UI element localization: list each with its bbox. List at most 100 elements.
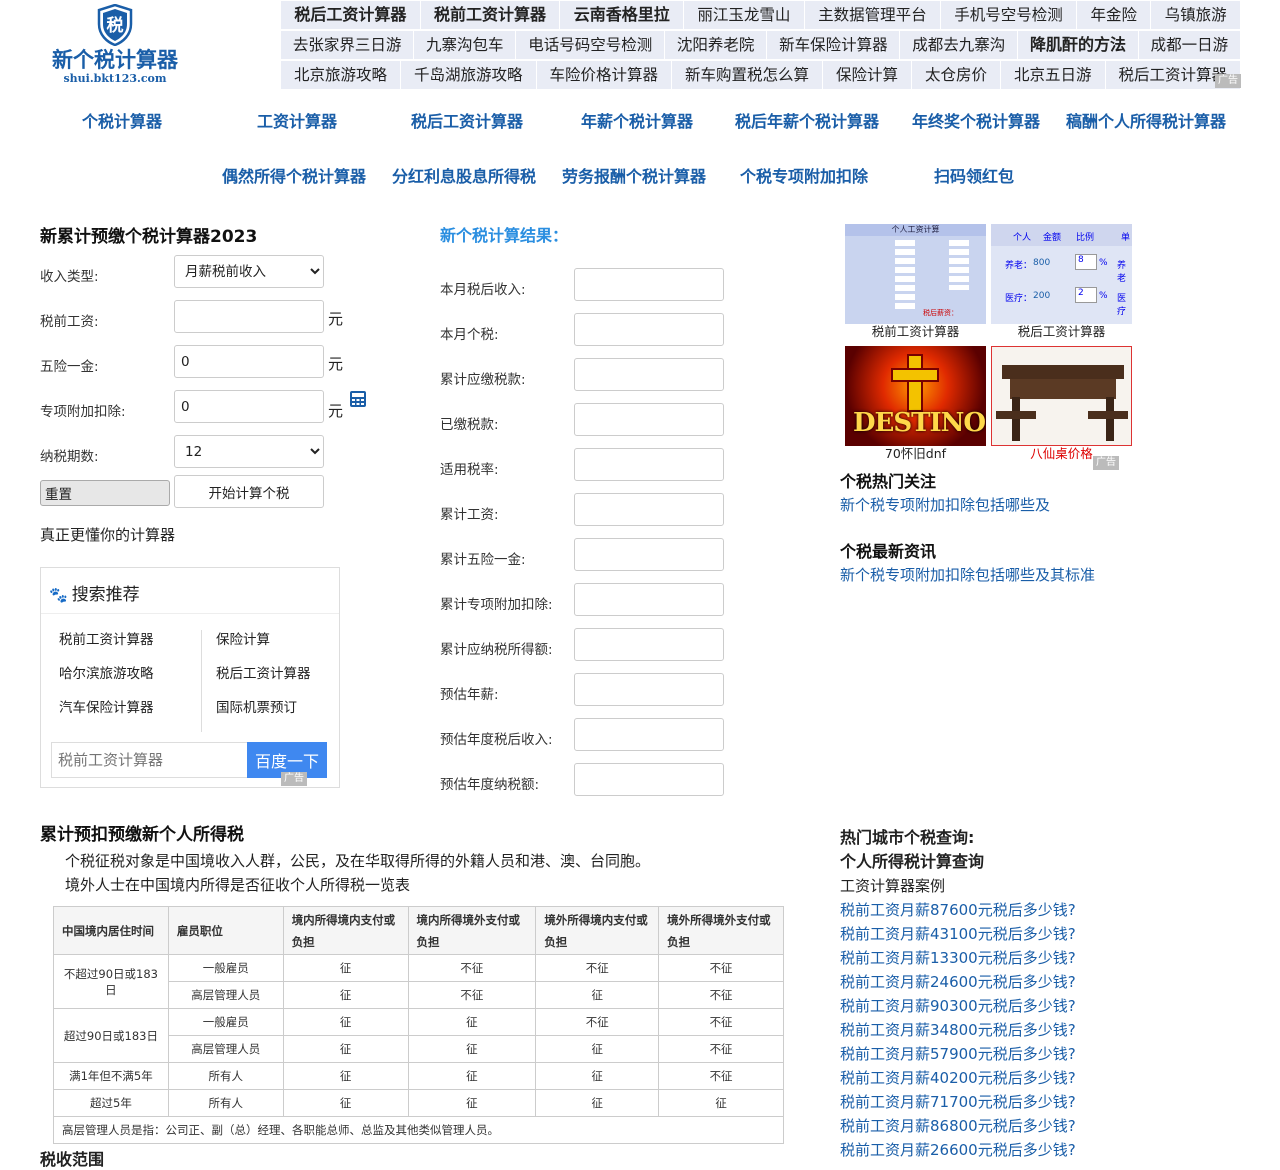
ad-link[interactable]: 丽江玉龙雪山 xyxy=(684,1,804,29)
result-field[interactable] xyxy=(574,763,724,796)
ad-link[interactable]: 云南香格里拉 xyxy=(560,1,684,29)
nav-item[interactable]: 个税专项附加扣除 xyxy=(740,163,868,187)
nav-item[interactable]: 分红利息股息所得税 xyxy=(392,163,536,187)
salary-case-link[interactable]: 税前工资月薪71700元税后多少钱? xyxy=(840,1090,1180,1114)
nav-item[interactable]: 稿酬个人所得税计算器 xyxy=(1066,108,1226,132)
ad-badge[interactable]: 广告 xyxy=(1215,74,1241,88)
result-field[interactable] xyxy=(574,583,724,616)
result-field[interactable] xyxy=(574,358,724,391)
screenshot-col: 个人 xyxy=(1013,233,1032,243)
result-field[interactable] xyxy=(574,673,724,706)
table-cell: 征 xyxy=(282,1089,409,1117)
result-field[interactable] xyxy=(574,493,724,526)
ad-link[interactable]: 新车购置税怎么算 xyxy=(672,61,822,89)
thumb-ad[interactable]: DESTINO 70怀旧dnf xyxy=(845,346,986,462)
nav-item[interactable]: 扫码领红包 xyxy=(934,163,1014,187)
reset-button[interactable]: 重置 xyxy=(40,480,170,506)
table-cell: 征 xyxy=(407,1035,537,1063)
result-field[interactable] xyxy=(574,448,724,481)
ad-link[interactable]: 保险计算 xyxy=(823,61,911,89)
article: 累计预扣预缴新个人所得税 个税征税对象是中国境收入人群，公民，及在华取得所得的外… xyxy=(40,820,800,897)
search-recommend-item[interactable]: 哈尔滨旅游攻略 xyxy=(59,664,201,698)
nav-item[interactable]: 个税计算器 xyxy=(82,108,162,132)
result-field[interactable] xyxy=(574,313,724,346)
hot-link[interactable]: 新个税专项附加扣除包括哪些及 xyxy=(840,496,1050,514)
insurance-input[interactable] xyxy=(174,345,324,378)
thumb-ad[interactable]: 八仙桌价格 xyxy=(991,346,1132,462)
result-field[interactable] xyxy=(574,718,724,751)
ad-link[interactable]: 降肌酐的方法 xyxy=(1018,31,1138,59)
ad-link[interactable]: 主数据管理平台 xyxy=(804,1,940,29)
result-field[interactable] xyxy=(574,628,724,661)
ad-link[interactable]: 手机号空号检测 xyxy=(940,1,1077,29)
ad-link[interactable]: 乌镇旅游 xyxy=(1151,1,1240,29)
nav-item[interactable]: 年终奖个税计算器 xyxy=(912,108,1040,132)
salary-case-link[interactable]: 税前工资月薪40200元税后多少钱? xyxy=(840,1066,1180,1090)
nav-item[interactable]: 工资计算器 xyxy=(257,108,337,132)
nav-item[interactable]: 劳务报酬个税计算器 xyxy=(562,163,706,187)
ad-badge[interactable]: 广告 xyxy=(281,772,307,786)
search-recommend-label: 税后工资计算器 xyxy=(216,666,311,682)
salary-case-link[interactable]: 税前工资月薪86800元税后多少钱? xyxy=(840,1114,1180,1138)
salary-case-link[interactable]: 税前工资月薪24600元税后多少钱? xyxy=(840,970,1180,994)
salary-input[interactable] xyxy=(174,300,324,333)
ad-link[interactable]: 新车保险计算器 xyxy=(767,31,900,59)
search-recommend-item[interactable]: 汽车保险计算器 xyxy=(59,698,201,732)
calculator-icon[interactable] xyxy=(349,390,367,408)
ad-row: 北京旅游攻略 千岛湖旅游攻略 车险价格计算器 新车购置税怎么算 保险计算 太仓房… xyxy=(281,60,1241,90)
ad-link[interactable]: 税前工资计算器 xyxy=(420,1,560,29)
bench-shape xyxy=(996,411,1036,419)
ad-link[interactable]: 去张家界三日游 xyxy=(281,31,414,59)
ad-link[interactable]: 年金险 xyxy=(1077,1,1151,29)
periods-select[interactable]: 12 xyxy=(174,435,324,468)
salary-case-link[interactable]: 税前工资月薪87600元税后多少钱? xyxy=(840,898,1180,922)
result-row: 累计专项附加扣除: xyxy=(440,583,730,628)
ad-link[interactable]: 北京旅游攻略 xyxy=(281,61,400,89)
ad-link[interactable]: 沈阳养老院 xyxy=(665,31,767,59)
ad-link[interactable]: 税后工资计算器 xyxy=(281,1,420,29)
screenshot-col: 比例 xyxy=(1076,233,1095,243)
salary-case-link[interactable]: 税前工资月薪13300元税后多少钱? xyxy=(840,946,1180,970)
ad-link[interactable]: 千岛湖旅游攻略 xyxy=(401,61,536,89)
search-recommend-list: 税前工资计算器 保险计算 哈尔滨旅游攻略 税后工资计算器 汽车保险计算器 国际机… xyxy=(59,630,329,732)
result-field[interactable] xyxy=(574,268,724,301)
thumb-ad[interactable]: 个人工资计算 税后薪资： 税前工资计算器 xyxy=(845,224,986,340)
ad-link[interactable]: 北京五日游 xyxy=(1001,61,1105,89)
news-link[interactable]: 新个税专项附加扣除包括哪些及其标准 xyxy=(840,566,1095,584)
result-field[interactable] xyxy=(574,403,724,436)
table-cell: 征 xyxy=(535,981,660,1009)
salary-case-link[interactable]: 税前工资月薪34800元税后多少钱? xyxy=(840,1018,1180,1042)
ad-badge[interactable]: 广告 xyxy=(1093,456,1119,470)
hot-title: 个税热门关注 xyxy=(840,472,937,491)
screenshot-label: 养老： xyxy=(1005,261,1033,271)
salary-case-link[interactable]: 税前工资月薪90300元税后多少钱? xyxy=(840,994,1180,1018)
salary-case-link[interactable]: 税前工资月薪57900元税后多少钱? xyxy=(840,1042,1180,1066)
ad-link-grid: 税后工资计算器 税前工资计算器 云南香格里拉 丽江玉龙雪山 主数据管理平台 手机… xyxy=(281,0,1241,90)
table-row: 超过5年 所有人 征 征 征 征 xyxy=(53,1089,784,1117)
income-type-select[interactable]: 月薪税前收入 xyxy=(174,255,324,288)
salary-case-link[interactable]: 税前工资月薪26600元税后多少钱? xyxy=(840,1138,1180,1162)
calculate-button[interactable]: 开始计算个税 xyxy=(174,475,324,508)
site-logo[interactable]: 税 新个税计算器 shui.bkt123.com xyxy=(40,4,190,94)
ad-link[interactable]: 九寨沟包车 xyxy=(414,31,516,59)
thumb-ad[interactable]: 个人 金额 比例 单 养老： 800 8 % 养老 医疗： 200 2 % 医疗… xyxy=(991,224,1132,340)
ad-link[interactable]: 电话号码空号检测 xyxy=(516,31,665,59)
search-recommend-item[interactable]: 税前工资计算器 xyxy=(59,630,201,664)
ad-link[interactable]: 成都一日游 xyxy=(1138,31,1240,59)
search-input[interactable] xyxy=(51,742,247,778)
result-field[interactable] xyxy=(574,538,724,571)
nav-item[interactable]: 偶然所得个税计算器 xyxy=(222,163,366,187)
search-recommend-item[interactable]: 国际机票预订 xyxy=(201,698,326,732)
search-recommend-item[interactable]: 保险计算 xyxy=(201,630,326,664)
ad-link[interactable]: 车险价格计算器 xyxy=(536,61,671,89)
ad-link[interactable]: 成都去九寨沟 xyxy=(900,31,1018,59)
deduction-input[interactable] xyxy=(174,390,324,423)
salary-case-link[interactable]: 税前工资月薪43100元税后多少钱? xyxy=(840,922,1180,946)
form-row: 专项附加扣除: 元 xyxy=(40,390,366,435)
nav-item[interactable]: 年薪个税计算器 xyxy=(581,108,693,132)
income-type-label: 收入类型: xyxy=(40,269,99,285)
nav-item[interactable]: 税后工资计算器 xyxy=(411,108,523,132)
search-recommend-item[interactable]: 税后工资计算器 xyxy=(201,664,326,698)
ad-link[interactable]: 太仓房价 xyxy=(912,61,1000,89)
nav-item[interactable]: 税后年薪个税计算器 xyxy=(735,108,879,132)
